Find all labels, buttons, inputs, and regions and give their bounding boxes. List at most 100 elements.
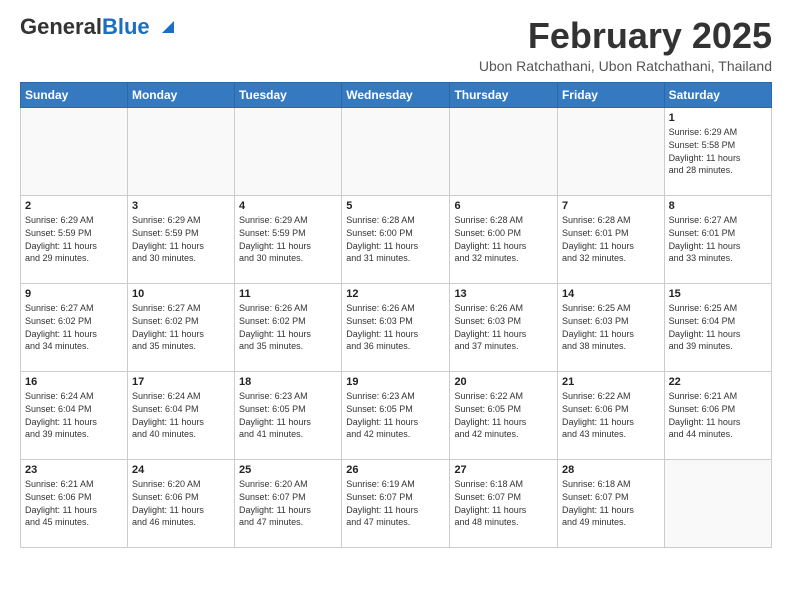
- day-cell-5: 5Sunrise: 6:28 AM Sunset: 6:00 PM Daylig…: [342, 195, 450, 283]
- month-title: February 2025: [479, 16, 772, 56]
- day-number: 19: [346, 375, 445, 390]
- day-info: Sunrise: 6:27 AM Sunset: 6:01 PM Dayligh…: [669, 214, 767, 264]
- day-number: 9: [25, 287, 123, 302]
- day-cell-11: 11Sunrise: 6:26 AM Sunset: 6:02 PM Dayli…: [235, 283, 342, 371]
- day-cell-16: 16Sunrise: 6:24 AM Sunset: 6:04 PM Dayli…: [21, 371, 128, 459]
- empty-cell: [450, 107, 558, 195]
- day-info: Sunrise: 6:22 AM Sunset: 6:05 PM Dayligh…: [454, 390, 553, 440]
- day-number: 4: [239, 199, 337, 214]
- weekday-wednesday: Wednesday: [342, 82, 450, 107]
- day-cell-8: 8Sunrise: 6:27 AM Sunset: 6:01 PM Daylig…: [664, 195, 771, 283]
- day-number: 25: [239, 463, 337, 478]
- week-row-5: 23Sunrise: 6:21 AM Sunset: 6:06 PM Dayli…: [21, 459, 772, 547]
- day-info: Sunrise: 6:24 AM Sunset: 6:04 PM Dayligh…: [132, 390, 230, 440]
- weekday-sunday: Sunday: [21, 82, 128, 107]
- weekday-friday: Friday: [557, 82, 664, 107]
- day-number: 17: [132, 375, 230, 390]
- weekday-thursday: Thursday: [450, 82, 558, 107]
- day-info: Sunrise: 6:29 AM Sunset: 5:59 PM Dayligh…: [239, 214, 337, 264]
- day-cell-19: 19Sunrise: 6:23 AM Sunset: 6:05 PM Dayli…: [342, 371, 450, 459]
- weekday-tuesday: Tuesday: [235, 82, 342, 107]
- day-cell-1: 1Sunrise: 6:29 AM Sunset: 5:58 PM Daylig…: [664, 107, 771, 195]
- day-info: Sunrise: 6:29 AM Sunset: 5:59 PM Dayligh…: [25, 214, 123, 264]
- empty-cell: [127, 107, 234, 195]
- day-number: 27: [454, 463, 553, 478]
- day-info: Sunrise: 6:26 AM Sunset: 6:03 PM Dayligh…: [346, 302, 445, 352]
- day-number: 1: [669, 111, 767, 126]
- day-info: Sunrise: 6:20 AM Sunset: 6:07 PM Dayligh…: [239, 478, 337, 528]
- day-number: 13: [454, 287, 553, 302]
- day-number: 14: [562, 287, 660, 302]
- day-cell-6: 6Sunrise: 6:28 AM Sunset: 6:00 PM Daylig…: [450, 195, 558, 283]
- day-cell-7: 7Sunrise: 6:28 AM Sunset: 6:01 PM Daylig…: [557, 195, 664, 283]
- day-number: 5: [346, 199, 445, 214]
- day-info: Sunrise: 6:21 AM Sunset: 6:06 PM Dayligh…: [25, 478, 123, 528]
- day-cell-28: 28Sunrise: 6:18 AM Sunset: 6:07 PM Dayli…: [557, 459, 664, 547]
- logo: GeneralBlue: [20, 16, 174, 39]
- day-cell-22: 22Sunrise: 6:21 AM Sunset: 6:06 PM Dayli…: [664, 371, 771, 459]
- day-info: Sunrise: 6:21 AM Sunset: 6:06 PM Dayligh…: [669, 390, 767, 440]
- day-info: Sunrise: 6:18 AM Sunset: 6:07 PM Dayligh…: [454, 478, 553, 528]
- day-info: Sunrise: 6:29 AM Sunset: 5:59 PM Dayligh…: [132, 214, 230, 264]
- day-cell-24: 24Sunrise: 6:20 AM Sunset: 6:06 PM Dayli…: [127, 459, 234, 547]
- day-cell-23: 23Sunrise: 6:21 AM Sunset: 6:06 PM Dayli…: [21, 459, 128, 547]
- day-number: 6: [454, 199, 553, 214]
- day-cell-9: 9Sunrise: 6:27 AM Sunset: 6:02 PM Daylig…: [21, 283, 128, 371]
- day-cell-10: 10Sunrise: 6:27 AM Sunset: 6:02 PM Dayli…: [127, 283, 234, 371]
- empty-cell: [342, 107, 450, 195]
- day-number: 28: [562, 463, 660, 478]
- day-info: Sunrise: 6:27 AM Sunset: 6:02 PM Dayligh…: [25, 302, 123, 352]
- day-number: 18: [239, 375, 337, 390]
- empty-cell: [235, 107, 342, 195]
- week-row-2: 2Sunrise: 6:29 AM Sunset: 5:59 PM Daylig…: [21, 195, 772, 283]
- day-number: 12: [346, 287, 445, 302]
- day-cell-3: 3Sunrise: 6:29 AM Sunset: 5:59 PM Daylig…: [127, 195, 234, 283]
- day-info: Sunrise: 6:23 AM Sunset: 6:05 PM Dayligh…: [346, 390, 445, 440]
- day-number: 11: [239, 287, 337, 302]
- day-info: Sunrise: 6:20 AM Sunset: 6:06 PM Dayligh…: [132, 478, 230, 528]
- day-cell-12: 12Sunrise: 6:26 AM Sunset: 6:03 PM Dayli…: [342, 283, 450, 371]
- day-number: 7: [562, 199, 660, 214]
- day-info: Sunrise: 6:28 AM Sunset: 6:01 PM Dayligh…: [562, 214, 660, 264]
- day-info: Sunrise: 6:26 AM Sunset: 6:03 PM Dayligh…: [454, 302, 553, 352]
- empty-cell: [557, 107, 664, 195]
- day-info: Sunrise: 6:19 AM Sunset: 6:07 PM Dayligh…: [346, 478, 445, 528]
- day-cell-20: 20Sunrise: 6:22 AM Sunset: 6:05 PM Dayli…: [450, 371, 558, 459]
- day-cell-17: 17Sunrise: 6:24 AM Sunset: 6:04 PM Dayli…: [127, 371, 234, 459]
- subtitle: Ubon Ratchathani, Ubon Ratchathani, Thai…: [479, 58, 772, 74]
- logo-general: General: [20, 14, 102, 39]
- day-cell-4: 4Sunrise: 6:29 AM Sunset: 5:59 PM Daylig…: [235, 195, 342, 283]
- day-cell-14: 14Sunrise: 6:25 AM Sunset: 6:03 PM Dayli…: [557, 283, 664, 371]
- weekday-saturday: Saturday: [664, 82, 771, 107]
- day-number: 15: [669, 287, 767, 302]
- day-info: Sunrise: 6:29 AM Sunset: 5:58 PM Dayligh…: [669, 126, 767, 176]
- day-number: 3: [132, 199, 230, 214]
- logo-area: GeneralBlue: [20, 16, 174, 39]
- week-row-4: 16Sunrise: 6:24 AM Sunset: 6:04 PM Dayli…: [21, 371, 772, 459]
- header: GeneralBlue February 2025 Ubon Ratchatha…: [20, 16, 772, 74]
- day-cell-27: 27Sunrise: 6:18 AM Sunset: 6:07 PM Dayli…: [450, 459, 558, 547]
- week-row-1: 1Sunrise: 6:29 AM Sunset: 5:58 PM Daylig…: [21, 107, 772, 195]
- day-number: 8: [669, 199, 767, 214]
- day-number: 22: [669, 375, 767, 390]
- day-number: 24: [132, 463, 230, 478]
- day-info: Sunrise: 6:24 AM Sunset: 6:04 PM Dayligh…: [25, 390, 123, 440]
- day-number: 26: [346, 463, 445, 478]
- logo-blue: Blue: [102, 14, 150, 39]
- day-cell-15: 15Sunrise: 6:25 AM Sunset: 6:04 PM Dayli…: [664, 283, 771, 371]
- empty-cell: [664, 459, 771, 547]
- logo-icon: [158, 19, 174, 35]
- day-cell-26: 26Sunrise: 6:19 AM Sunset: 6:07 PM Dayli…: [342, 459, 450, 547]
- day-number: 23: [25, 463, 123, 478]
- day-cell-13: 13Sunrise: 6:26 AM Sunset: 6:03 PM Dayli…: [450, 283, 558, 371]
- day-number: 21: [562, 375, 660, 390]
- day-info: Sunrise: 6:25 AM Sunset: 6:03 PM Dayligh…: [562, 302, 660, 352]
- day-number: 20: [454, 375, 553, 390]
- day-number: 16: [25, 375, 123, 390]
- day-cell-25: 25Sunrise: 6:20 AM Sunset: 6:07 PM Dayli…: [235, 459, 342, 547]
- weekday-monday: Monday: [127, 82, 234, 107]
- page: GeneralBlue February 2025 Ubon Ratchatha…: [0, 0, 792, 560]
- day-info: Sunrise: 6:28 AM Sunset: 6:00 PM Dayligh…: [454, 214, 553, 264]
- day-info: Sunrise: 6:28 AM Sunset: 6:00 PM Dayligh…: [346, 214, 445, 264]
- day-cell-18: 18Sunrise: 6:23 AM Sunset: 6:05 PM Dayli…: [235, 371, 342, 459]
